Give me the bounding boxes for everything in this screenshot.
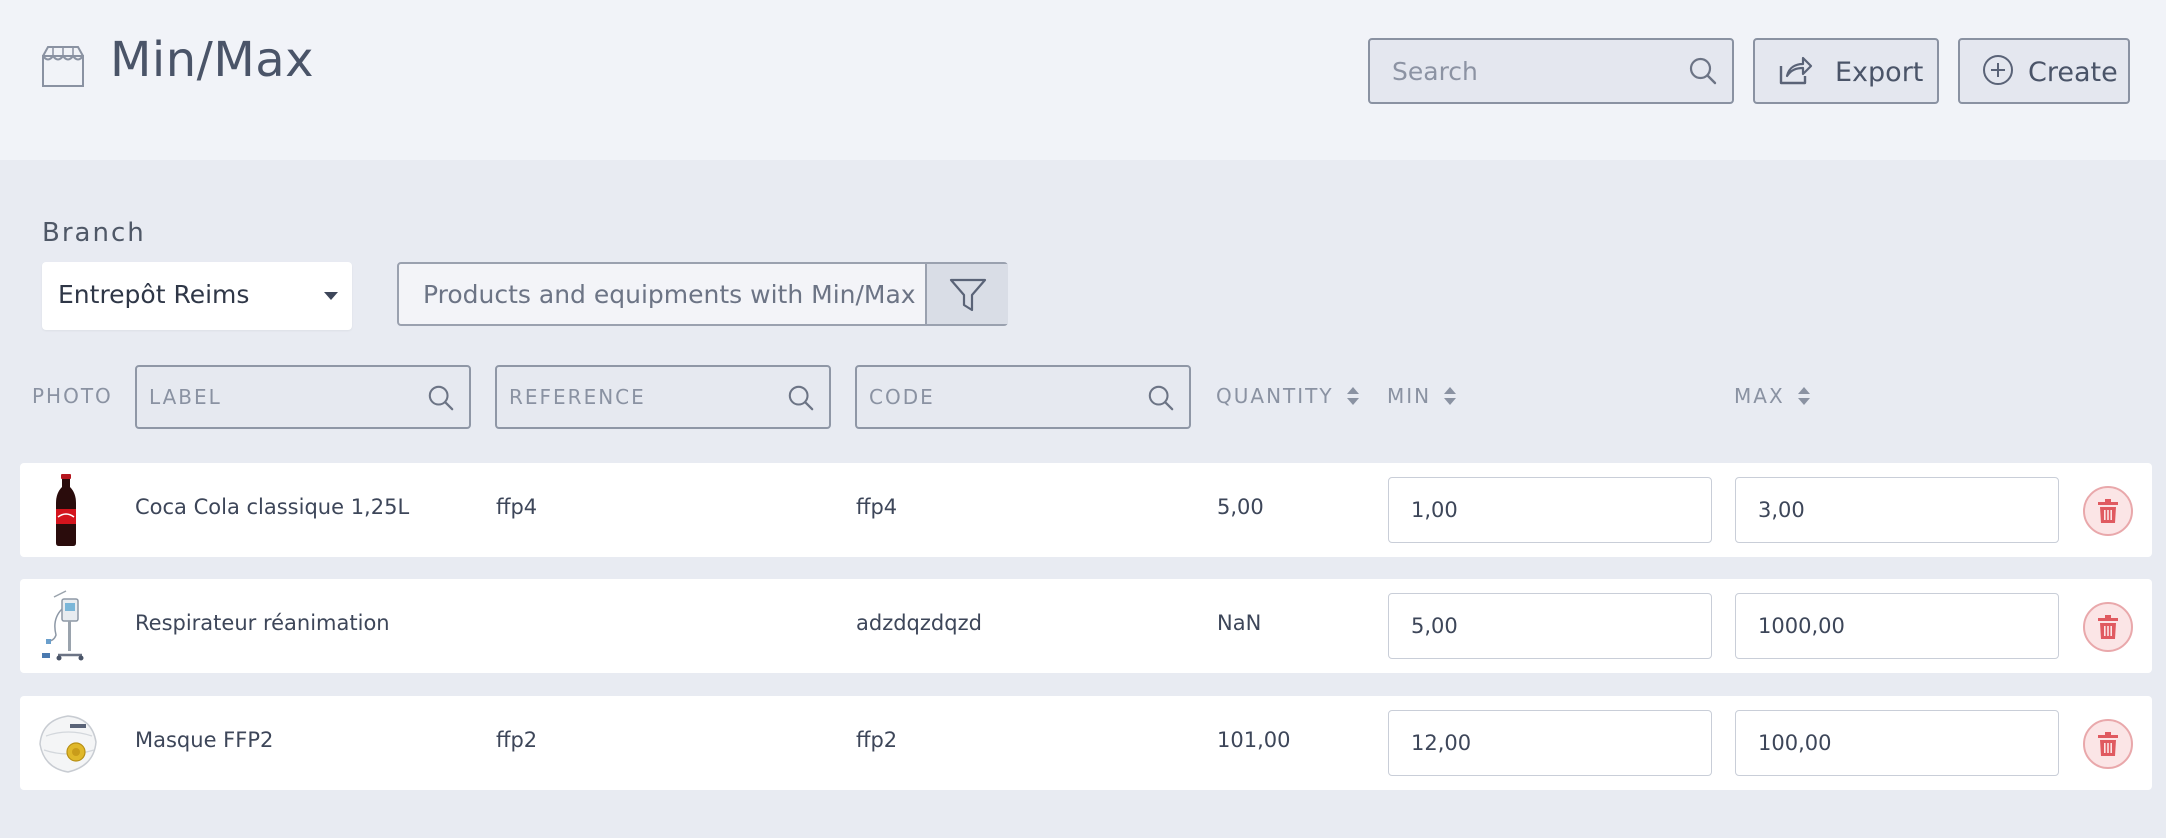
page-header: Min/Max Export Create <box>0 0 2166 160</box>
min-input[interactable] <box>1388 593 1712 659</box>
search-input[interactable] <box>1370 40 1670 102</box>
product-photo-ffp2-mask <box>39 715 97 773</box>
product-filter-text: Products and equipments with Min/Max <box>423 280 916 309</box>
filter-button[interactable] <box>925 264 1008 324</box>
row-label: Coca Cola classique 1,25L <box>135 495 410 519</box>
row-quantity: 5,00 <box>1217 495 1264 519</box>
label-filter[interactable] <box>135 365 471 429</box>
code-filter-input[interactable] <box>857 367 1127 427</box>
funnel-icon <box>949 278 987 312</box>
label-filter-input[interactable] <box>137 367 407 427</box>
reference-filter[interactable] <box>495 365 831 429</box>
product-filter[interactable]: Products and equipments with Min/Max <box>397 262 1008 326</box>
export-button[interactable]: Export <box>1753 38 1939 104</box>
sort-icon <box>1444 387 1457 405</box>
column-header-photo: PHOTO <box>32 384 113 408</box>
column-header-quantity[interactable]: QUANTITY <box>1216 384 1360 408</box>
search-icon <box>1148 385 1174 411</box>
code-filter[interactable] <box>855 365 1191 429</box>
search-icon <box>428 385 454 411</box>
row-code: ffp4 <box>856 495 898 519</box>
column-header-max[interactable]: MAX <box>1734 384 1811 408</box>
row-quantity: 101,00 <box>1217 728 1291 752</box>
table-row: Coca Cola classique 1,25L ffp4 ffp4 5,00 <box>20 463 2152 557</box>
min-input[interactable] <box>1388 710 1712 776</box>
delete-button[interactable] <box>2083 486 2133 536</box>
page-title: Min/Max <box>110 32 315 88</box>
delete-button[interactable] <box>2083 719 2133 769</box>
sort-icon <box>1797 387 1810 405</box>
store-icon <box>42 46 84 87</box>
row-label: Masque FFP2 <box>135 728 274 752</box>
caret-down-icon <box>324 292 338 300</box>
min-input[interactable] <box>1388 477 1712 543</box>
column-header-min-label: MIN <box>1387 384 1432 408</box>
delete-button[interactable] <box>2083 602 2133 652</box>
trash-icon <box>2098 499 2118 523</box>
branch-label: Branch <box>42 218 146 248</box>
row-label: Respirateur réanimation <box>135 611 390 635</box>
search-icon <box>788 385 814 411</box>
row-code: ffp2 <box>856 728 898 752</box>
branch-select[interactable]: Entrepôt Reims <box>42 262 352 330</box>
product-photo-coca-cola <box>56 474 76 546</box>
create-label: Create <box>2028 57 2118 88</box>
trash-icon <box>2098 615 2118 639</box>
export-label: Export <box>1835 57 1924 88</box>
max-input[interactable] <box>1735 710 2059 776</box>
row-code: adzdqzdqzd <box>856 611 982 635</box>
row-reference: ffp2 <box>496 728 538 752</box>
share-icon <box>1779 56 1813 85</box>
reference-filter-input[interactable] <box>497 367 767 427</box>
column-header-min[interactable]: MIN <box>1387 384 1457 408</box>
create-button[interactable]: Create <box>1958 38 2130 104</box>
product-photo-ventilator <box>42 590 84 661</box>
trash-icon <box>2098 732 2118 756</box>
search-box[interactable] <box>1368 38 1734 104</box>
row-reference: ffp4 <box>496 495 538 519</box>
max-input[interactable] <box>1735 593 2059 659</box>
table-row: Respirateur réanimation adzdqzdqzd NaN <box>20 579 2152 673</box>
column-header-max-label: MAX <box>1734 384 1785 408</box>
row-quantity: NaN <box>1217 611 1262 635</box>
plus-circle-icon <box>1983 55 2013 85</box>
search-icon[interactable] <box>1688 56 1718 86</box>
max-input[interactable] <box>1735 477 2059 543</box>
sort-icon <box>1346 387 1359 405</box>
branch-select-value: Entrepôt Reims <box>58 280 250 309</box>
table-row: Masque FFP2 ffp2 ffp2 101,00 <box>20 696 2152 790</box>
column-header-quantity-label: QUANTITY <box>1216 384 1334 408</box>
